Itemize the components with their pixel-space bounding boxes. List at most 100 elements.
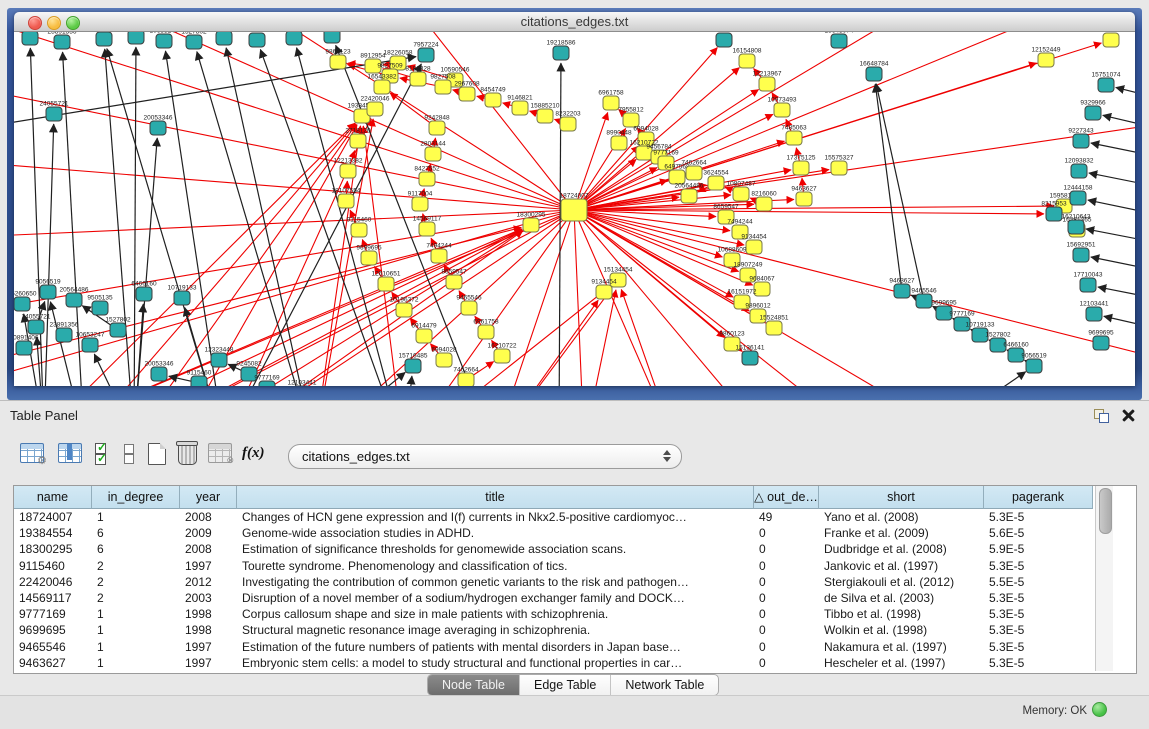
graph-node[interactable]: 12213382 — [334, 158, 363, 179]
graph-node[interactable]: 15524851 — [760, 315, 789, 336]
table-row[interactable]: 1938455462009Genome-wide association stu… — [14, 525, 1093, 541]
graph-node[interactable]: 10973493 — [768, 97, 797, 118]
column-header-name[interactable]: name — [14, 486, 92, 509]
tab-node-table[interactable]: Node Table — [428, 675, 520, 695]
table-row[interactable]: 2242004622012Investigating the contribut… — [14, 574, 1093, 590]
graph-node[interactable]: 12610651 — [372, 271, 401, 292]
table-row[interactable]: 977716911998Corpus callosum shape and si… — [14, 606, 1093, 622]
graph-node[interactable]: 9242848 — [424, 115, 450, 136]
tab-edge-table[interactable]: Edge Table — [520, 675, 611, 695]
graph-edge[interactable] — [875, 84, 902, 291]
select-rows-icon[interactable]: ✓✓ — [95, 443, 109, 465]
table-scrollbar-thumb[interactable] — [1099, 488, 1112, 534]
graph-node[interactable]: 17710043 — [1074, 272, 1103, 293]
graph-node[interactable]: 7485063 — [781, 125, 807, 146]
graph-node[interactable]: 15136141 — [736, 345, 765, 366]
graph-node[interactable]: 10719133 — [243, 32, 272, 47]
graph-edge[interactable] — [574, 210, 854, 386]
graph-node[interactable]: 20891406 — [90, 32, 119, 46]
graph-edge[interactable] — [876, 84, 924, 301]
table-row[interactable]: 946554611997Estimation of the future num… — [14, 639, 1093, 655]
graph-node[interactable]: 15575327 — [825, 155, 854, 176]
graph-edge[interactable] — [574, 210, 1135, 362]
graph-node[interactable]: 20053346 — [145, 361, 174, 382]
graph-edge[interactable] — [314, 372, 405, 386]
new-document-icon[interactable] — [148, 443, 166, 465]
graph-edge[interactable] — [14, 210, 574, 237]
graph-node[interactable]: 9699695 — [356, 245, 382, 266]
graph-node[interactable]: 1527802 — [181, 32, 207, 49]
column-header-year[interactable]: year — [180, 486, 237, 509]
graph-node[interactable]: 8186328 — [405, 66, 431, 87]
graph-node[interactable]: 9134454 — [591, 279, 617, 300]
import-table-icon[interactable]: ⊗ — [208, 443, 232, 463]
graph-edge[interactable] — [574, 210, 722, 257]
graph-node[interactable]: 9056519 — [281, 32, 307, 45]
graph-edge[interactable] — [174, 125, 357, 386]
graph-node[interactable]: 9860123 — [325, 49, 351, 70]
column-header-out_de[interactable]: △ out_de… — [754, 486, 819, 509]
graph-node[interactable]: 7957224 — [413, 42, 439, 63]
graph-node[interactable]: 10719133 — [168, 285, 197, 306]
graph-edge[interactable] — [134, 304, 143, 386]
graph-node[interactable]: 2967608 — [454, 81, 480, 102]
graph-node[interactable]: 11054808 — [1097, 32, 1126, 47]
table-scrollbar[interactable] — [1095, 486, 1113, 671]
graph-node[interactable]: 9115460 — [347, 217, 372, 238]
graph-node[interactable]: 23891356 — [48, 32, 77, 49]
network-window-titlebar[interactable]: citations_edges.txt — [14, 12, 1135, 32]
delete-table-icon[interactable] — [178, 441, 197, 465]
graph-node[interactable]: 25260650 — [318, 32, 347, 43]
graph-edge[interactable] — [1116, 87, 1135, 102]
graph-node[interactable]: 9056519 — [1021, 353, 1047, 374]
graph-node[interactable]: 16210722 — [488, 343, 517, 364]
graph-node[interactable]: 6466160 — [211, 32, 237, 45]
graph-node[interactable]: 9463627 — [791, 186, 817, 207]
graph-node[interactable]: 12323448 — [205, 347, 234, 368]
close-panel-icon[interactable] — [1122, 409, 1135, 422]
column-header-pagerank[interactable]: pagerank — [984, 486, 1093, 509]
graph-edge[interactable] — [494, 288, 612, 386]
graph-node[interactable]: 16154808 — [733, 48, 762, 69]
column-header-in_degree[interactable]: in_degree — [92, 486, 180, 509]
graph-node[interactable]: 7955812 — [618, 107, 644, 128]
graph-node[interactable]: 8427552 — [414, 166, 440, 187]
graph-node[interactable]: 16543382 — [368, 74, 397, 95]
graph-edge[interactable] — [1089, 173, 1135, 190]
graph-node[interactable]: 9699695 — [1088, 330, 1114, 351]
graph-edge[interactable] — [165, 51, 224, 386]
graph-node[interactable]: 12103441 — [288, 380, 317, 387]
table-selector-dropdown[interactable]: citations_edges.txt — [288, 444, 682, 469]
graph-node[interactable]: 6961758 — [473, 319, 499, 340]
graph-edge[interactable] — [226, 48, 314, 386]
graph-node[interactable]: 9117004 — [408, 191, 433, 212]
column-header-short[interactable]: short — [819, 486, 984, 509]
graph-node[interactable]: 24055721 — [40, 101, 69, 122]
graph-node[interactable]: 16210643 — [1062, 214, 1091, 235]
graph-node[interactable]: 12093832 — [1065, 158, 1094, 179]
table-settings-icon[interactable]: ⚙ — [20, 443, 44, 463]
graph-node[interactable]: 18724007 — [560, 193, 589, 222]
graph-node[interactable]: 26878812 — [710, 32, 739, 47]
table-row[interactable]: 946362711997Embryonic stem cells: a mode… — [14, 655, 1093, 671]
graph-node[interactable]: 10653247 — [76, 332, 105, 353]
network-canvas-svg[interactable]: 1872400718300295986012389129541822605898… — [14, 32, 1135, 386]
table-column-icon[interactable] — [58, 443, 82, 463]
graph-node[interactable]: 20891406 — [14, 335, 39, 356]
graph-node[interactable]: 9146821 — [507, 95, 533, 116]
table-row[interactable]: 1456911722003Disruption of a novel membe… — [14, 590, 1093, 606]
graph-node[interactable]: 1527802 — [105, 317, 131, 338]
table-row[interactable]: 911546021997Tourette syndrome. Phenomeno… — [14, 558, 1093, 574]
graph-node[interactable]: 15692951 — [1067, 242, 1096, 263]
graph-edge[interactable] — [574, 32, 1054, 210]
graph-node[interactable]: 10653247 — [150, 32, 179, 48]
rows-icon[interactable] — [124, 444, 133, 464]
graph-edge[interactable] — [1104, 316, 1135, 330]
graph-node[interactable]: 15716485 — [399, 353, 428, 374]
float-panel-icon[interactable] — [1094, 409, 1109, 423]
graph-node[interactable]: 12103441 — [1080, 301, 1109, 322]
table-row[interactable]: 1830029562008Estimation of significance … — [14, 541, 1093, 557]
function-builder-icon[interactable]: f(x) — [242, 445, 265, 462]
graph-edge[interactable] — [944, 372, 1026, 386]
graph-node[interactable]: 20053346 — [144, 115, 173, 136]
